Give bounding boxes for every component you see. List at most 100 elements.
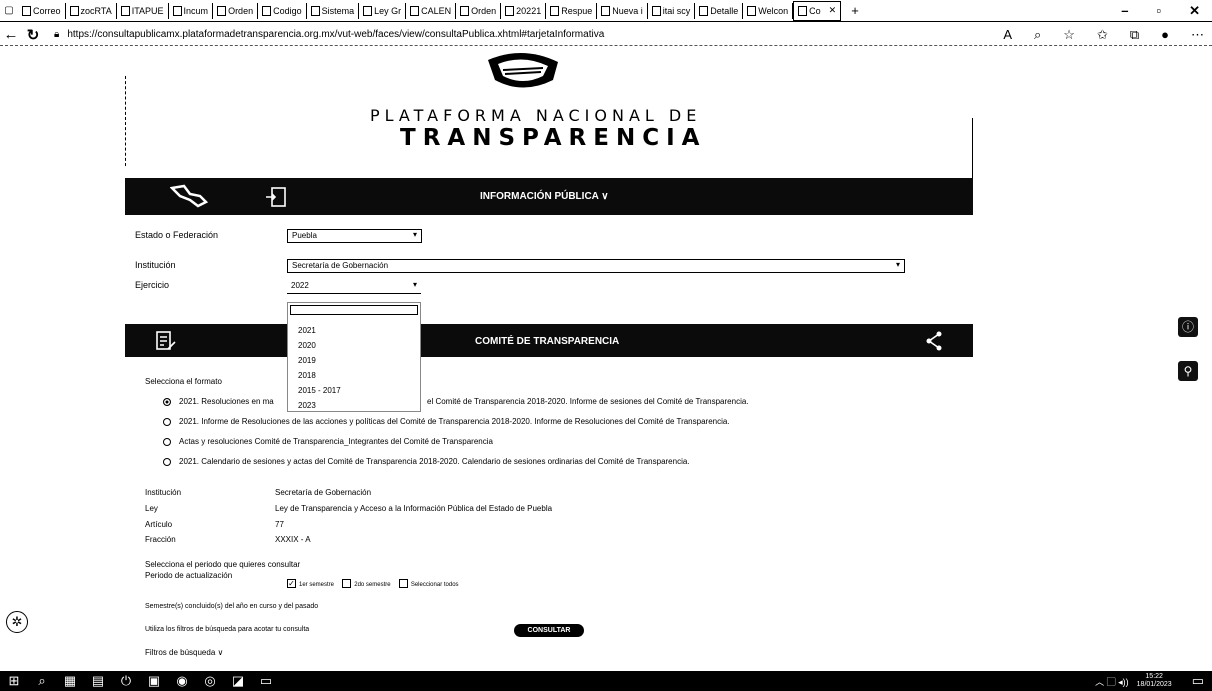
dropdown-option[interactable]: 2015 - 2017 [298,383,341,398]
browser-tab[interactable]: Codigo [258,2,307,19]
format-option-4[interactable]: 2021. Calendario de sesiones y actas del… [163,457,690,466]
period-label: Periodo de actualización [145,571,233,580]
format-option-1[interactable]: 2021. Resoluciones en ma el Comité de Tr… [163,397,749,406]
dropdown-option[interactable]: 2020 [298,338,341,353]
info-row-fraccion: Fracción XXXIX - A [145,535,311,544]
dropdown-option[interactable]: 2021 [298,323,341,338]
power-icon[interactable]: ⏻ [112,673,140,689]
checkbox-icon[interactable] [398,579,408,589]
nav-info-publica[interactable]: INFORMACIÓN PÚBLICA ∨ [480,191,609,202]
radio-icon[interactable] [163,417,171,426]
dropdown-search-input[interactable] [290,305,418,315]
search-icon[interactable]: ⌕ [28,673,56,689]
files-icon[interactable]: ▤ [84,673,112,689]
ejercicio-select[interactable]: 2022 [287,280,421,294]
tab-label: Detalle [710,5,739,16]
consultar-button[interactable]: CONSULTAR [514,624,584,637]
checkbox-icon[interactable] [342,579,352,589]
app-icon[interactable]: ▣ [140,673,168,689]
browser-tab[interactable]: Welcon [743,2,794,19]
browser-tab[interactable]: Detalle [695,2,744,19]
close-tab-icon[interactable]: ✕ [829,5,837,16]
checkbox-checked-icon[interactable]: ✓ [287,579,296,589]
url-field[interactable]: https://consultapublicamx.plataformadetr… [67,29,604,40]
login-icon[interactable] [265,186,287,208]
outlook-icon[interactable]: ◪ [224,673,252,689]
radio-selected-icon[interactable] [163,397,171,406]
browser-tab[interactable]: CALEN [406,2,457,19]
tab-page-icon [460,5,470,16]
zoom-icon[interactable]: ⌕ [1034,27,1041,43]
tab-page-icon [363,5,373,16]
filtros-toggle[interactable]: Filtros de búsqueda ∨ [145,648,223,657]
institucion-select[interactable]: Secretaría de Gobernación [287,259,905,273]
browser-tab[interactable]: Incum [169,2,214,19]
tab-page-icon [699,5,709,16]
dropdown-option[interactable]: 2019 [298,353,341,368]
notifications-icon[interactable]: ▭ [1192,673,1212,689]
collections-icon[interactable]: ⧉ [1130,27,1139,43]
browser-tab[interactable]: itai scy [648,2,696,19]
read-aloud-icon[interactable]: A [1003,27,1012,43]
new-tab-button[interactable]: + [841,3,869,18]
extensions-icon[interactable]: ⋯ [1191,27,1204,43]
tab-label: Nueva i [612,5,643,16]
brand-title-line1: PLATAFORMA NACIONAL DE [370,106,702,125]
institucion-label: Institución [135,260,176,270]
window-menu-icon[interactable]: ▢ [0,5,18,16]
browser-tab[interactable]: Orden [213,2,259,19]
semestre-note: Semestre(s) concluido(s) del año en curs… [145,603,319,610]
favorites-icon[interactable]: ✩ [1097,27,1108,43]
window-controls: – ▫ ✕ [1121,3,1212,19]
radio-icon[interactable] [163,437,171,446]
task-view-icon[interactable]: ▦ [56,673,84,689]
browser-tab[interactable]: Co ✕ [793,0,842,21]
main-nav-bar: INFORMACIÓN PÚBLICA ∨ [125,178,973,215]
browser-tab[interactable]: 20221 [501,2,547,19]
accessibility-icon[interactable]: ✲ [6,611,28,633]
browser-tab[interactable]: Sistema [307,2,360,19]
clock[interactable]: 15:22 18/01/2023 [1137,673,1192,689]
minimize-icon[interactable]: – [1121,3,1128,19]
document-edit-icon [156,331,176,350]
tab-page-icon [505,5,515,16]
browser-tab[interactable]: zocRTA [66,2,117,19]
tray-icons[interactable]: ︿ ▢ ◂)) [1095,675,1137,688]
browser-tab[interactable]: Ley Gr [359,2,407,19]
radio-icon[interactable] [163,457,171,466]
info-row-ley: Ley Ley de Transparencia y Acceso a la In… [145,504,553,513]
browser-tab[interactable]: Correo [18,2,66,19]
lock-icon[interactable]: 🔒︎ [54,29,59,40]
browser-tab[interactable]: Respue [546,2,598,19]
favorite-icon[interactable]: ☆ [1063,27,1075,43]
share-icon[interactable] [925,331,943,351]
refresh-icon[interactable]: ↻ [22,26,44,44]
browser-tab[interactable]: ITAPUE [117,2,169,19]
maximize-icon[interactable]: ▫ [1156,3,1161,19]
chrome-icon[interactable]: ◎ [196,673,224,689]
start-icon[interactable]: ⊞ [0,673,28,689]
search-help-icon[interactable]: ⚲ [1178,361,1198,381]
dropdown-option[interactable]: 2018 [298,368,341,383]
info-icon[interactable]: ⓘ [1178,317,1198,337]
close-window-icon[interactable]: ✕ [1189,3,1200,19]
eagle-emblem-logo [488,52,558,88]
tab-label: Sistema [321,5,355,16]
explorer-icon[interactable]: ▭ [252,673,280,689]
edge-icon[interactable]: ◉ [168,673,196,689]
estado-select[interactable]: Puebla [287,229,422,243]
browser-tab[interactable]: Nueva i [597,2,648,19]
tab-label: Orden [228,5,254,16]
tab-label: Welcon [758,5,789,16]
format-option-2[interactable]: 2021. Informe de Resoluciones de las acc… [163,417,730,426]
tab-label: Incum [183,5,209,16]
browser-tab[interactable]: Orden [456,2,502,19]
tab-page-icon [69,5,79,16]
back-arrow-icon[interactable]: ← [0,26,22,43]
tab-page-icon [651,5,661,16]
format-option-3[interactable]: Actas y resoluciones Comité de Transpare… [163,437,493,446]
mexico-map-icon[interactable] [170,184,208,208]
profile-icon[interactable]: ● [1161,27,1169,43]
tab-strip: Correo zocRTA ITAPUE Incum Orden Codigo Sistem… [18,0,842,21]
tab-page-icon [120,5,130,16]
